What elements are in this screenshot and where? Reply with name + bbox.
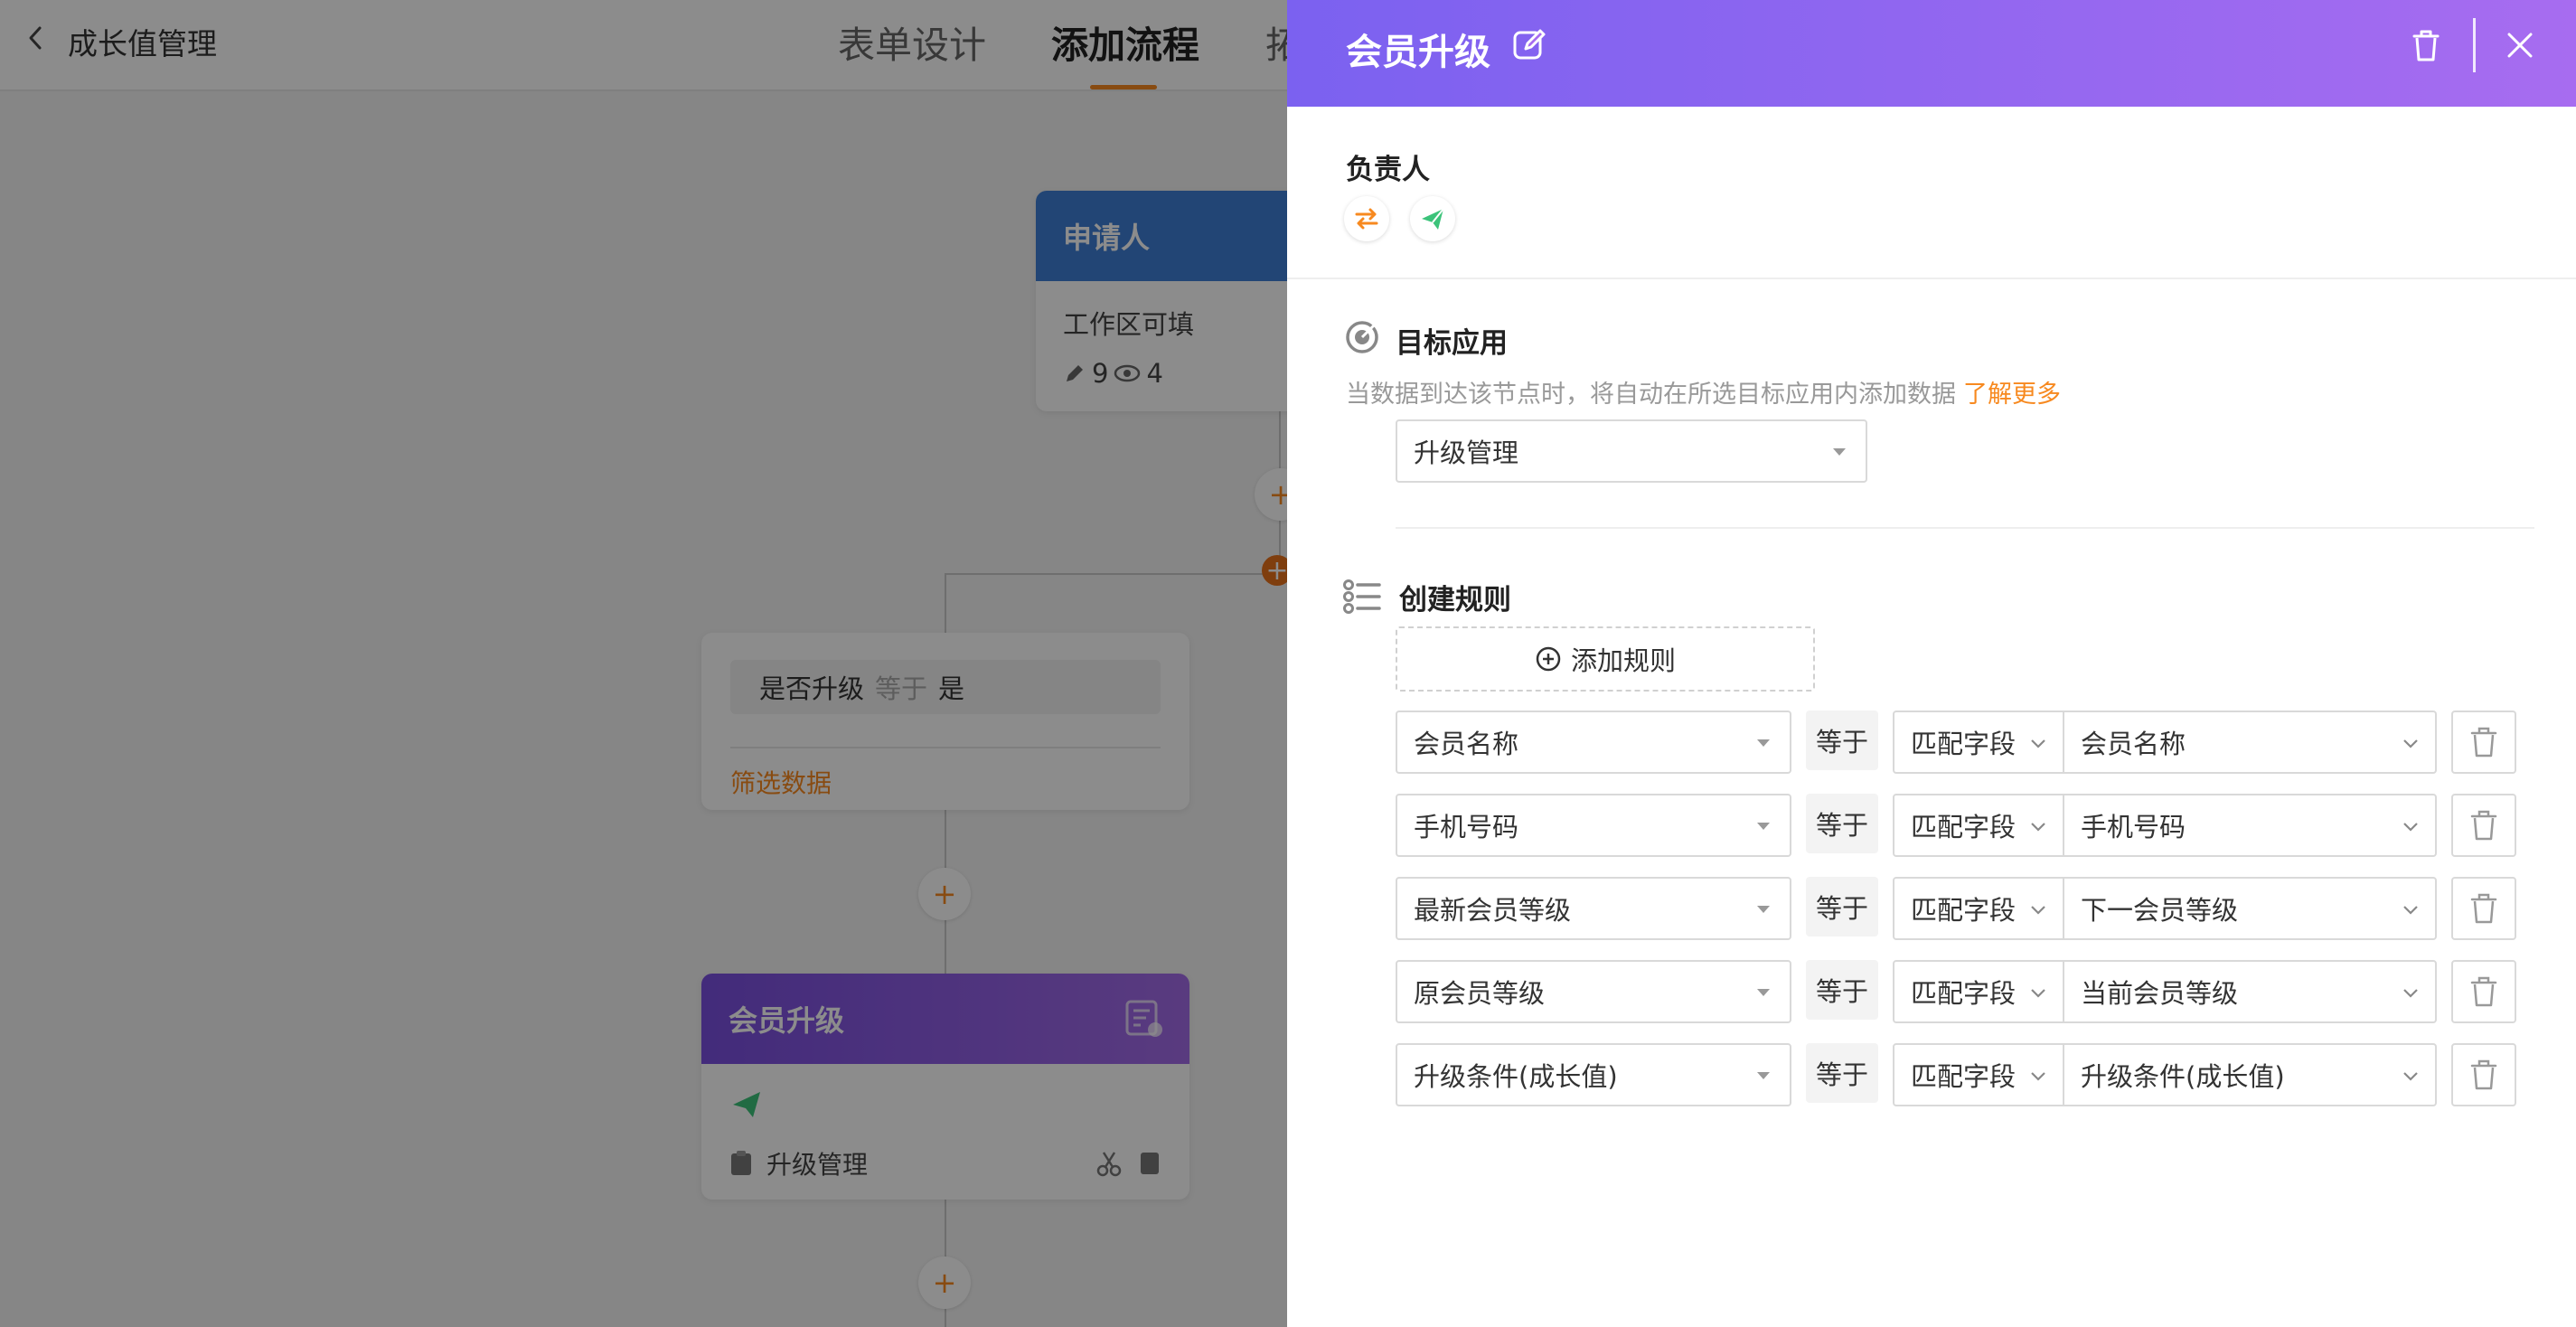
- rule-operator: 等于: [1806, 877, 1878, 936]
- rule-field-value: 升级条件(成长值): [1414, 1061, 1618, 1092]
- chevron-down-icon: [2403, 739, 2418, 748]
- rule-field-value: 原会员等级: [1414, 978, 1546, 1009]
- chevron-down-icon: [2031, 989, 2045, 998]
- node-settings-drawer: 会员升级 负责人 目标应用 当数据到达该节点时，将自动在所选目标应用内添加数据了…: [1287, 0, 2576, 1327]
- trash-icon: [2470, 810, 2497, 841]
- header-divider: [2473, 18, 2476, 72]
- target-app-description-text: 当数据到达该节点时，将自动在所选目标应用内添加数据: [1346, 381, 1956, 409]
- rule-field-value: 最新会员等级: [1414, 895, 1572, 926]
- rule-mode-value: 匹配字段: [1911, 812, 2017, 842]
- trash-icon: [2470, 893, 2497, 924]
- target-app-label: 目标应用: [1396, 327, 1508, 360]
- rule-value-text: 会员名称: [2081, 729, 2186, 759]
- rule-value-text: 下一会员等级: [2081, 895, 2239, 926]
- caret-down-icon: [1757, 906, 1770, 913]
- target-icon: [1346, 321, 1378, 353]
- chevron-down-icon: [2031, 906, 2045, 915]
- chevron-down-icon: [2031, 739, 2045, 748]
- target-app-select[interactable]: 升级管理: [1396, 419, 1867, 483]
- rule-operator: 等于: [1806, 794, 1878, 853]
- target-app-select-value: 升级管理: [1414, 438, 1519, 468]
- drawer-header: 会员升级: [1287, 0, 2576, 107]
- rule-field-select[interactable]: 升级条件(成长值): [1396, 1043, 1791, 1106]
- rule-field-select[interactable]: 最新会员等级: [1396, 877, 1791, 940]
- rule-mode-value: 匹配字段: [1911, 895, 2017, 926]
- delete-rule-button[interactable]: [2451, 960, 2516, 1023]
- chevron-down-icon: [2403, 1072, 2418, 1081]
- modal-backdrop[interactable]: [0, 0, 1287, 1327]
- rule-mode-select[interactable]: 匹配字段: [1893, 711, 2064, 774]
- send-icon[interactable]: [1410, 196, 1455, 241]
- chevron-down-icon: [2031, 823, 2045, 832]
- rule-mode-select[interactable]: 匹配字段: [1893, 1043, 2064, 1106]
- trash-icon: [2470, 1059, 2497, 1090]
- delete-rule-button[interactable]: [2451, 711, 2516, 774]
- section-divider: [1396, 527, 2534, 529]
- caret-down-icon: [1757, 739, 1770, 747]
- rule-field-value: 会员名称: [1414, 729, 1519, 759]
- rule-operator: 等于: [1806, 711, 1878, 770]
- rule-value-select[interactable]: 升级条件(成长值): [2063, 1043, 2437, 1106]
- rule-mode-select[interactable]: 匹配字段: [1893, 877, 2064, 940]
- caret-down-icon: [1833, 448, 1846, 456]
- list-icon: [1343, 579, 1381, 614]
- delete-rule-button[interactable]: [2451, 1043, 2516, 1106]
- drawer-title: 会员升级: [1346, 32, 1490, 73]
- rule-field-value: 手机号码: [1414, 812, 1519, 842]
- rule-value-select[interactable]: 手机号码: [2063, 794, 2437, 857]
- rule-value-text: 手机号码: [2081, 812, 2186, 842]
- rule-value-select[interactable]: 会员名称: [2063, 711, 2437, 774]
- trash-icon: [2470, 727, 2497, 758]
- delete-rule-button[interactable]: [2451, 794, 2516, 857]
- learn-more-link[interactable]: 了解更多: [1963, 381, 2061, 409]
- rule-operator: 等于: [1806, 1043, 1878, 1103]
- target-app-description: 当数据到达该节点时，将自动在所选目标应用内添加数据 了解更多: [1346, 374, 2061, 409]
- rule-value-text: 当前会员等级: [2081, 978, 2239, 1009]
- trash-icon: [2470, 976, 2497, 1007]
- rule-field-select[interactable]: 会员名称: [1396, 711, 1791, 774]
- rule-row: 手机号码 等于 匹配字段 手机号码: [1396, 794, 2543, 859]
- delete-rule-button[interactable]: [2451, 877, 2516, 940]
- rule-row: 原会员等级 等于 匹配字段 当前会员等级: [1396, 960, 2543, 1025]
- chevron-down-icon: [2403, 989, 2418, 998]
- rule-value-select[interactable]: 当前会员等级: [2063, 960, 2437, 1023]
- rule-field-select[interactable]: 手机号码: [1396, 794, 1791, 857]
- plus-circle-icon: [1536, 646, 1561, 672]
- edit-icon[interactable]: [1511, 27, 1547, 63]
- rule-mode-value: 匹配字段: [1911, 729, 2017, 759]
- rule-row: 会员名称 等于 匹配字段 会员名称: [1396, 711, 2543, 776]
- close-icon[interactable]: [2500, 25, 2540, 65]
- rule-operator: 等于: [1806, 960, 1878, 1020]
- swap-icon[interactable]: [1344, 196, 1389, 241]
- chevron-down-icon: [2403, 906, 2418, 915]
- rule-mode-select[interactable]: 匹配字段: [1893, 960, 2064, 1023]
- rule-field-select[interactable]: 原会员等级: [1396, 960, 1791, 1023]
- caret-down-icon: [1757, 823, 1770, 830]
- chevron-down-icon: [2403, 823, 2418, 832]
- rule-row: 升级条件(成长值) 等于 匹配字段 升级条件(成长值): [1396, 1043, 2543, 1108]
- add-rule-label: 添加规则: [1570, 645, 1676, 676]
- owner-label: 负责人: [1346, 154, 1430, 186]
- chevron-down-icon: [2031, 1072, 2045, 1081]
- create-rules-label: 创建规则: [1399, 584, 1511, 616]
- trash-icon[interactable]: [2406, 25, 2446, 65]
- caret-down-icon: [1757, 1072, 1770, 1079]
- rule-value-text: 升级条件(成长值): [2081, 1061, 2285, 1092]
- rule-value-select[interactable]: 下一会员等级: [2063, 877, 2437, 940]
- rule-mode-value: 匹配字段: [1911, 978, 2017, 1009]
- rule-mode-select[interactable]: 匹配字段: [1893, 794, 2064, 857]
- caret-down-icon: [1757, 989, 1770, 996]
- rule-row: 最新会员等级 等于 匹配字段 下一会员等级: [1396, 877, 2543, 942]
- add-rule-button[interactable]: 添加规则: [1396, 626, 1815, 692]
- section-divider: [1287, 278, 2576, 279]
- rule-mode-value: 匹配字段: [1911, 1061, 2017, 1092]
